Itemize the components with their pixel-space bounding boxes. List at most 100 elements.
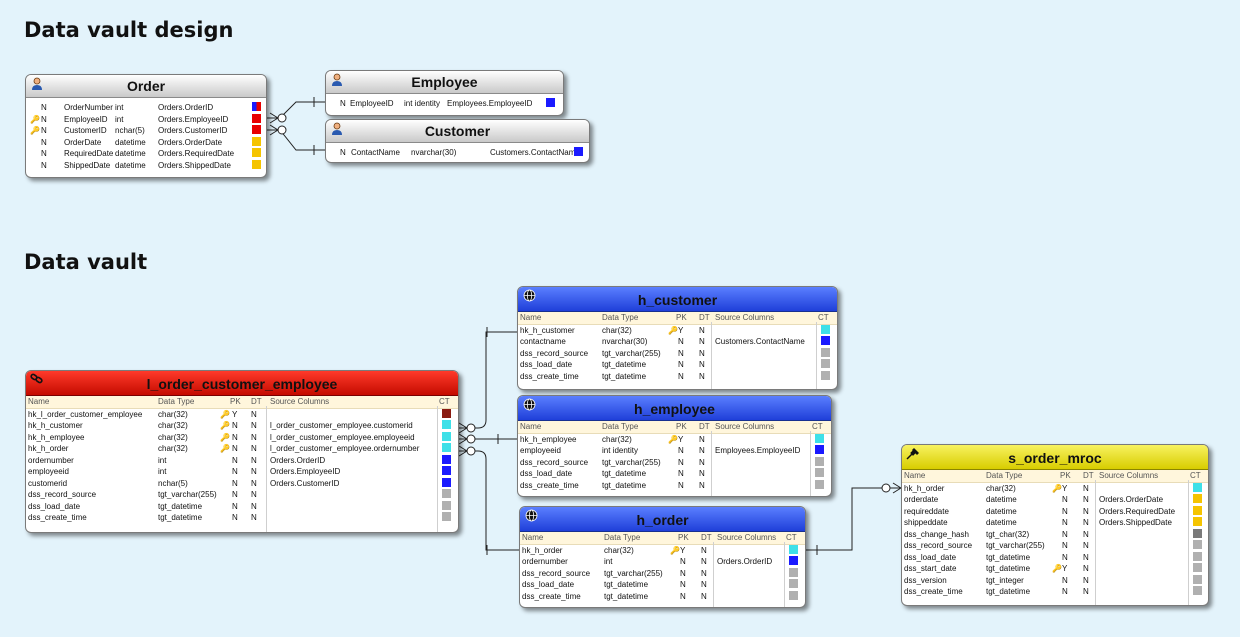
cell-type: int [115, 103, 124, 112]
entity-link-order-customer-employee[interactable]: l_order_customer_employee Name Data Type P… [25, 370, 459, 533]
entity-link-rows: Name Data Type PK DT Source Columns CT hk_l_or… [26, 396, 458, 524]
table-row[interactable]: N ContactName nvarchar(30) Customers.Contac… [326, 147, 589, 159]
cell-name: EmployeeID [64, 114, 108, 124]
table-row[interactable]: dss_load_date tgt_datetime N N [518, 359, 837, 371]
entity-satellite-header[interactable]: s_order_mroc [902, 445, 1208, 470]
cell-type: tgt_datetime [158, 501, 203, 511]
table-row[interactable]: dss_record_source tgt_varchar(255) N N [518, 347, 837, 360]
table-row[interactable]: N ShippedDate datetime Orders.ShippedDate [26, 159, 266, 172]
table-row[interactable]: ordernumber int N N Orders.OrderID [26, 454, 458, 467]
table-row[interactable]: hk_h_employee char(32) 🔑 N Nl_order_customer… [26, 431, 458, 444]
table-row[interactable]: hk_h_order char(32) 🔑 Y N [520, 544, 805, 557]
cell-name: employeeid [28, 467, 69, 476]
ct-swatch [252, 125, 261, 134]
cell-name: CustomerID [64, 126, 107, 135]
cell-name: orderdate [904, 495, 939, 504]
table-row[interactable]: N OrderNumber int Orders.OrderID [26, 102, 266, 114]
table-row[interactable]: dss_create_time tgt_datetime N N [518, 370, 837, 383]
table-row[interactable]: hk_h_customer char(32) 🔑 N Nl_order_customer… [26, 420, 458, 432]
entity-customer-header[interactable]: Customer [326, 120, 589, 143]
table-row[interactable]: dss_record_source tgt_varchar(255) N N [518, 456, 831, 469]
entity-h-customer-header[interactable]: h_customer [518, 287, 837, 312]
table-row[interactable]: dss_load_date tgt_datetime N N [902, 551, 1208, 564]
table-row[interactable]: N RequiredDate datetime Orders.RequiredDate [26, 148, 266, 160]
table-row[interactable]: hk_h_customer char(32) 🔑 Y N [518, 324, 837, 337]
cell-dt: N [699, 434, 705, 444]
entity-h-customer[interactable]: h_customer Name Data Type PK DT Source Colum… [517, 286, 838, 390]
cell-dt: N [699, 457, 705, 467]
table-row[interactable]: dss_start_date tgt_datetime 🔑 Y N [902, 563, 1208, 575]
ct-swatch [252, 102, 261, 111]
entity-h-order[interactable]: h_order Name Data Type PK DT Source Columns C… [519, 506, 806, 608]
table-row[interactable]: dss_record_source tgt_varchar(255) N N [520, 567, 805, 580]
cell-name: contactname [520, 337, 566, 346]
table-row[interactable]: hk_h_order char(32) 🔑 Y N [902, 482, 1208, 495]
hub-globe-icon [522, 398, 536, 412]
entity-customer[interactable]: Customer N ContactName nvarchar(30) Custome… [325, 119, 590, 163]
table-row[interactable]: requireddate datetime N N Orders.RequiredDat… [902, 505, 1208, 518]
table-row[interactable]: shippeddate datetime N N Orders.ShippedDate [902, 517, 1208, 529]
entity-link-header[interactable]: l_order_customer_employee [26, 371, 458, 396]
table-row[interactable]: dss_create_time tgt_datetime N N [520, 590, 805, 603]
entity-employee-header[interactable]: Employee [326, 71, 563, 94]
entity-h-employee[interactable]: h_employee Name Data Type PK DT Source Colum… [517, 395, 832, 497]
table-row[interactable]: ordernumber int N N Orders.OrderID [520, 556, 805, 568]
cell-pk: N [678, 371, 684, 381]
table-row[interactable]: dss_create_time tgt_datetime N N [26, 512, 458, 524]
col-header-pk: PK [1060, 471, 1071, 480]
entity-customer-title: Customer [424, 123, 491, 139]
ct-swatch [821, 370, 830, 380]
cell-name: dss_create_time [522, 591, 581, 601]
table-row[interactable]: orderdate datetime N N Orders.OrderDate [902, 494, 1208, 506]
column-divider [810, 431, 811, 496]
table-row[interactable]: dss_create_time tgt_datetime N N [902, 586, 1208, 598]
entity-h-employee-rows: Name Data Type PK DT Source Columns CT hk_h_em… [518, 421, 831, 491]
cell-pk: Y [678, 325, 684, 335]
rel-order-customer [265, 129, 325, 151]
table-row[interactable]: dss_load_date tgt_datetime N N [26, 500, 458, 513]
rel-link-horder [457, 450, 520, 551]
cell-pk: N [678, 469, 684, 478]
ct-swatch [815, 468, 824, 477]
cell-name: requireddate [904, 506, 949, 516]
cell-dt: N [1083, 529, 1089, 539]
col-header-pk: PK [678, 533, 689, 542]
table-row[interactable]: N EmployeeID int identity Employees.Employe… [326, 98, 563, 110]
cell-type: tgt_datetime [986, 552, 1031, 562]
table-row[interactable]: dss_version tgt_integer N N [902, 574, 1208, 587]
col-header-name: Name [520, 422, 542, 431]
rel-link-hcustomer [457, 331, 518, 429]
table-row[interactable]: dss_record_source tgt_varchar(255) N N [902, 540, 1208, 552]
ct-swatch [789, 556, 798, 565]
table-row[interactable]: customerid nchar(5) N N Orders.CustomerID [26, 477, 458, 490]
ct-swatch [789, 579, 798, 588]
table-row[interactable]: dss_create_time tgt_datetime N N [518, 479, 831, 492]
entity-h-order-header[interactable]: h_order [520, 507, 805, 532]
cell-pk: N [1062, 552, 1068, 562]
entity-order[interactable]: Order N OrderNumber int Orders.OrderID 🔑 N Emp… [25, 74, 267, 178]
table-row[interactable]: hk_l_order_customer_employee char(32) 🔑 Y N [26, 408, 458, 421]
entity-s-order-mroc[interactable]: s_order_mroc Name Data Type PK DT Source Col… [901, 444, 1209, 606]
table-row[interactable]: 🔑 N CustomerID nchar(5) Orders.CustomerID [26, 125, 266, 137]
table-row[interactable]: dss_load_date tgt_datetime N N [518, 468, 831, 480]
table-row[interactable]: contactname nvarchar(30) N N Customers.Conta… [518, 336, 837, 348]
table-row[interactable]: N OrderDate datetime Orders.OrderDate [26, 136, 266, 149]
table-row[interactable]: hk_h_employee char(32) 🔑 Y N [518, 433, 831, 446]
table-row[interactable]: hk_h_order char(32) 🔑 N Nl_order_customer_em… [26, 443, 458, 455]
col-header-ct: CT [812, 422, 823, 431]
entity-person-icon [330, 73, 344, 87]
table-row[interactable]: dss_load_date tgt_datetime N N [520, 579, 805, 591]
table-row[interactable]: 🔑 N EmployeeID int Orders.EmployeeID [26, 113, 266, 126]
table-row[interactable]: employeeid int N N Orders.EmployeeID [26, 466, 458, 478]
table-row[interactable]: employeeid int identity N N Employees.Employ… [518, 445, 831, 457]
entity-h-employee-header[interactable]: h_employee [518, 396, 831, 421]
table-row[interactable]: dss_record_source tgt_varchar(255) N N [26, 489, 458, 501]
cell-type: char(32) [602, 325, 632, 335]
cell-dt: N [1083, 541, 1089, 550]
cell-source: Orders.ShippedDate [158, 160, 231, 170]
table-row[interactable]: dss_change_hash tgt_char(32) N N [902, 528, 1208, 541]
cell-name: ordernumber [28, 455, 74, 465]
cell-type: nvarchar(30) [411, 148, 457, 157]
entity-employee[interactable]: Employee N EmployeeID int identity Employee… [325, 70, 564, 116]
entity-order-header[interactable]: Order [26, 75, 266, 98]
